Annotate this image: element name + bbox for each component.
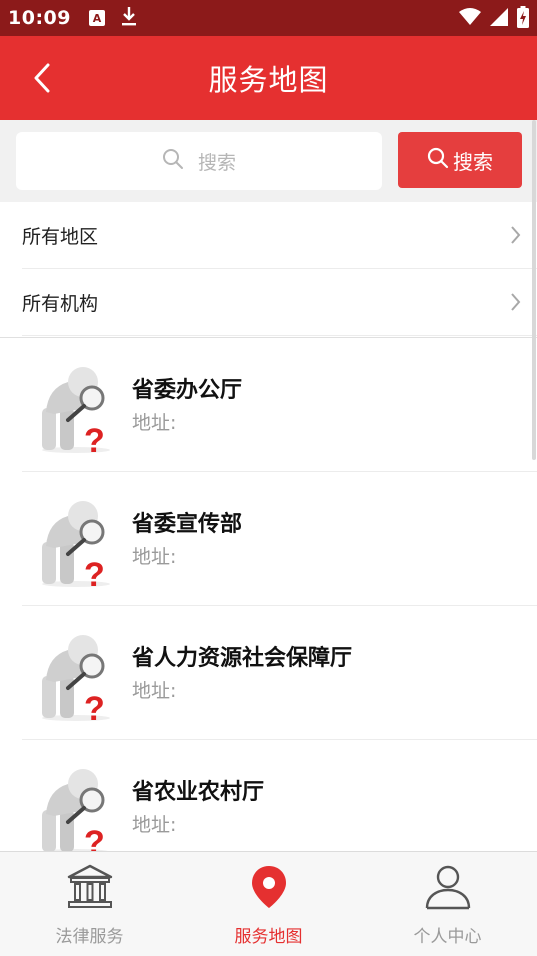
chevron-right-icon	[510, 225, 521, 250]
signal-icon	[489, 7, 509, 31]
scrollbar[interactable]	[532, 120, 536, 460]
filter-region-label: 所有地区	[22, 225, 99, 248]
org-placeholder-image: ?	[28, 358, 118, 460]
filter-institution-label: 所有机构	[22, 292, 99, 315]
status-time: 10:09	[8, 7, 71, 29]
status-bar: 10:09 A	[0, 0, 537, 36]
bottom-nav: 法律服务 服务地图 个人中心	[0, 851, 537, 956]
nav-legal-services[interactable]: 法律服务	[0, 852, 179, 956]
notification-a-icon: A	[88, 10, 105, 26]
filter-institution[interactable]: 所有机构	[22, 269, 537, 336]
nav-label: 个人中心	[413, 927, 482, 947]
nav-service-map[interactable]: 服务地图	[179, 852, 358, 956]
org-name: 省农业农村厅	[132, 780, 265, 805]
search-placeholder: 搜索	[197, 151, 236, 174]
nav-label: 法律服务	[55, 927, 124, 947]
org-list-item[interactable]: ? 省人力资源社会保障厅 地址:	[22, 606, 537, 740]
filter-region[interactable]: 所有地区	[22, 202, 537, 269]
org-placeholder-image: ?	[28, 492, 118, 594]
org-address: 地址:	[132, 814, 177, 836]
svg-text:?: ?	[84, 422, 105, 454]
org-placeholder-image: ?	[28, 760, 118, 862]
search-button-label: 搜索	[453, 149, 493, 174]
battery-icon	[517, 6, 529, 32]
svg-text:?: ?	[84, 690, 105, 722]
org-list-item[interactable]: ? 省委办公厅 地址:	[22, 338, 537, 472]
wifi-icon	[459, 8, 481, 30]
person-icon	[424, 864, 472, 914]
map-pin-icon	[249, 864, 289, 914]
org-address: 地址:	[132, 546, 177, 568]
chevron-right-icon	[510, 292, 521, 317]
org-name: 省委办公厅	[132, 378, 243, 403]
nav-personal-center[interactable]: 个人中心	[358, 852, 537, 956]
search-bar: 搜索 搜索	[0, 120, 537, 202]
org-name: 省委宣传部	[132, 512, 243, 537]
org-name: 省人力资源社会保障厅	[132, 646, 353, 671]
page-title: 服务地图	[208, 63, 329, 97]
org-list-item[interactable]: ? 省委宣传部 地址:	[22, 472, 537, 606]
search-input[interactable]: 搜索	[16, 132, 382, 190]
nav-label: 服务地图	[234, 927, 303, 947]
org-address: 地址:	[132, 412, 177, 434]
app-header: 服务地图	[0, 36, 537, 120]
search-button-icon	[427, 147, 449, 174]
org-placeholder-image: ?	[28, 626, 118, 728]
search-icon	[162, 148, 184, 175]
download-icon	[121, 6, 137, 30]
org-address: 地址:	[132, 680, 177, 702]
search-button[interactable]: 搜索	[398, 132, 522, 188]
svg-text:?: ?	[84, 556, 105, 588]
courthouse-icon	[66, 864, 114, 914]
